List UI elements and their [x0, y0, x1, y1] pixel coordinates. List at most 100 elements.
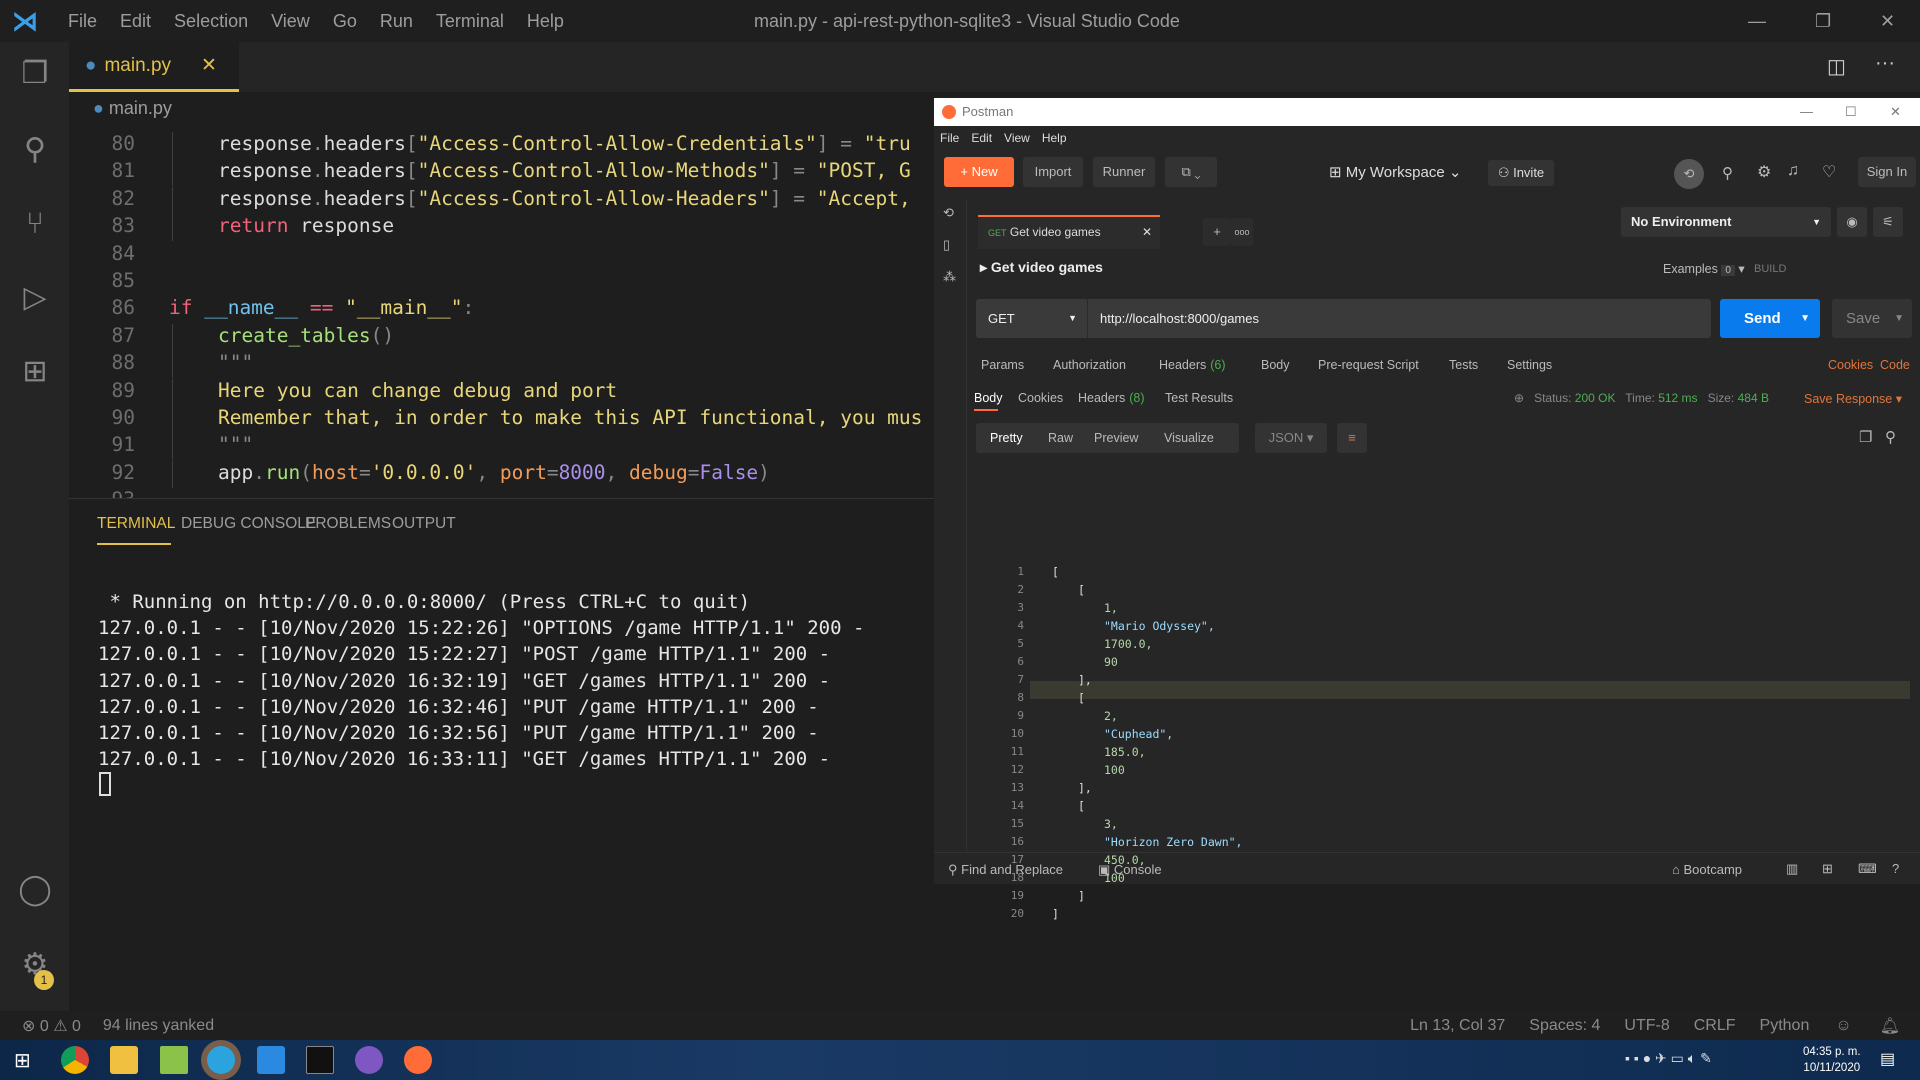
tab-options-button[interactable]: ooo [1231, 218, 1253, 246]
format-select[interactable]: JSON ▾ [1255, 423, 1327, 453]
panel-tab-output[interactable]: OUTPUT [392, 515, 456, 533]
examples-dropdown[interactable]: Examples 0 ▾ [1663, 261, 1745, 276]
minimize-button[interactable]: — [1748, 11, 1766, 32]
settings-icon[interactable]: ⚙ [1757, 162, 1771, 182]
response-tab-test-results[interactable]: Test Results [1165, 391, 1233, 405]
line-ending[interactable]: CRLF [1694, 1017, 1736, 1035]
notifications-icon[interactable]: 🔔︎ [1880, 1016, 1900, 1036]
invite-button[interactable]: ⚇ Invite [1488, 160, 1554, 186]
pm-maximize-button[interactable]: ☐ [1845, 98, 1857, 126]
save-button[interactable]: Save ▼ [1832, 299, 1912, 338]
pm-menu-edit[interactable]: Edit [971, 131, 992, 145]
console-button[interactable]: ▣ Console [1098, 862, 1162, 878]
pm-close-button[interactable]: ✕ [1890, 98, 1901, 126]
sign-in-button[interactable]: Sign In [1858, 157, 1916, 187]
menu-run[interactable]: Run [380, 11, 413, 31]
file-explorer-icon[interactable] [110, 1046, 138, 1074]
menu-selection[interactable]: Selection [174, 11, 248, 31]
pm-menu-help[interactable]: Help [1042, 131, 1067, 145]
request-tab-authorization[interactable]: Authorization [1053, 358, 1126, 372]
request-name[interactable]: ▸ Get video games [980, 259, 1103, 276]
request-tab-headers[interactable]: Headers (6) [1159, 358, 1226, 372]
view-tab-preview[interactable]: Preview [1094, 431, 1138, 445]
request-tab-body[interactable]: Body [1261, 358, 1290, 372]
start-button-icon[interactable]: ⊞ [14, 1048, 31, 1073]
search-response-icon[interactable]: ⚲ [1885, 428, 1896, 446]
vscode-taskbar-icon[interactable] [257, 1046, 285, 1074]
request-tab-pre-request-script[interactable]: Pre-request Script [1318, 358, 1419, 372]
language-mode[interactable]: Python [1760, 1017, 1810, 1035]
two-pane-icon[interactable]: ▥ [1786, 861, 1798, 877]
close-request-tab-icon[interactable]: ✕ [1142, 217, 1152, 247]
notifications-bell-icon[interactable]: ♫ [1787, 162, 1799, 180]
breadcrumb[interactable]: ● main.py [93, 98, 172, 119]
url-input[interactable]: http://localhost:8000/games [1100, 299, 1259, 338]
keyboard-icon[interactable]: ⌨ [1858, 861, 1877, 877]
action-center-icon[interactable]: ▤ [1880, 1049, 1895, 1069]
encoding[interactable]: UTF-8 [1624, 1017, 1669, 1035]
save-response-button[interactable]: Save Response ▾ [1804, 391, 1902, 406]
menu-file[interactable]: File [68, 11, 97, 31]
terminal-icon[interactable] [306, 1046, 334, 1074]
menu-go[interactable]: Go [333, 11, 357, 31]
heart-icon[interactable]: ♡ [1822, 162, 1836, 182]
new-window-button[interactable]: ⧉ ⌄ [1165, 157, 1217, 187]
explorer-icon[interactable]: ❐ [17, 56, 53, 92]
indentation[interactable]: Spaces: 4 [1529, 1017, 1600, 1035]
apis-icon[interactable]: ⁂ [943, 269, 956, 285]
panel-tab-debug-console[interactable]: DEBUG CONSOLE [181, 515, 316, 533]
feedback-icon[interactable]: ☺ [1835, 1017, 1851, 1035]
request-tab[interactable]: GET Get video games ✕ [978, 215, 1160, 249]
bootcamp-button[interactable]: ⌂ Bootcamp [1672, 862, 1742, 877]
menu-terminal[interactable]: Terminal [436, 11, 504, 31]
clock[interactable]: 04:35 p. m. 10/11/2020 [1803, 1044, 1861, 1076]
request-tab-tests[interactable]: Tests [1449, 358, 1478, 372]
view-tab-pretty[interactable]: Pretty [990, 431, 1023, 445]
response-tab-body[interactable]: Body [974, 391, 1003, 405]
chrome-icon[interactable] [61, 1046, 89, 1074]
copy-icon[interactable]: ❐ [1859, 428, 1872, 446]
send-button[interactable]: Send ▼ [1720, 299, 1820, 338]
telegram-icon[interactable] [207, 1046, 235, 1074]
request-tab-settings[interactable]: Settings [1507, 358, 1552, 372]
view-tab-raw[interactable]: Raw [1048, 431, 1073, 445]
history-icon[interactable]: ⟲ [943, 205, 954, 221]
find-replace-button[interactable]: ⚲ Find and Replace [948, 862, 1063, 878]
import-button[interactable]: Import [1023, 157, 1083, 187]
response-tab-cookies[interactable]: Cookies [1018, 391, 1063, 405]
browse-icon[interactable]: ⊞ [1822, 861, 1833, 877]
satellite-icon[interactable]: ⚲ [1722, 164, 1733, 182]
close-window-button[interactable]: ✕ [1880, 11, 1895, 32]
postman-taskbar-icon[interactable] [404, 1046, 432, 1074]
code-link[interactable]: Code [1880, 358, 1910, 372]
workspace-dropdown[interactable]: ⊞ My Workspace ⌄ [1329, 163, 1461, 181]
wrap-lines-button[interactable]: ≡ [1337, 423, 1367, 453]
panel-tab-terminal[interactable]: TERMINAL [97, 515, 175, 533]
pm-menu-view[interactable]: View [1004, 131, 1030, 145]
more-actions-icon[interactable]: ··· [1875, 52, 1895, 75]
pm-menu-file[interactable]: File [940, 131, 959, 145]
close-tab-icon[interactable]: ✕ [201, 54, 217, 77]
lambda-app-icon[interactable] [160, 1046, 188, 1074]
sync-icon[interactable]: ⟲ [1674, 159, 1704, 189]
method-select[interactable]: GET ▼ [976, 299, 1088, 338]
environment-quick-look-icon[interactable]: ◉ [1837, 207, 1867, 237]
response-tab-headers[interactable]: Headers (8) [1078, 391, 1145, 405]
runner-button[interactable]: Runner [1093, 157, 1155, 187]
split-editor-icon[interactable]: ◫ [1827, 54, 1846, 79]
editor-tab-main-py[interactable]: ● main.py ✕ [69, 42, 239, 92]
system-tray-icons[interactable]: ▪ ▪ ● ✈ ▭ 🔈︎ ✎ [1625, 1050, 1712, 1067]
manage-environments-icon[interactable]: ⚟ [1873, 207, 1903, 237]
new-button[interactable]: + New [944, 157, 1014, 187]
pm-minimize-button[interactable]: — [1800, 98, 1813, 126]
request-tab-params[interactable]: Params [981, 358, 1024, 372]
menu-help[interactable]: Help [527, 11, 564, 31]
add-tab-button[interactable]: + [1203, 218, 1231, 246]
help-icon[interactable]: ? [1892, 861, 1899, 876]
app-purple-icon[interactable] [355, 1046, 383, 1074]
code-editor[interactable]: 80 response.headers["Access-Control-Allow… [0, 126, 934, 498]
menu-view[interactable]: View [271, 11, 310, 31]
menu-edit[interactable]: Edit [120, 11, 151, 31]
cookies-link[interactable]: Cookies [1828, 358, 1873, 372]
collections-icon[interactable]: ▯ [943, 237, 950, 253]
